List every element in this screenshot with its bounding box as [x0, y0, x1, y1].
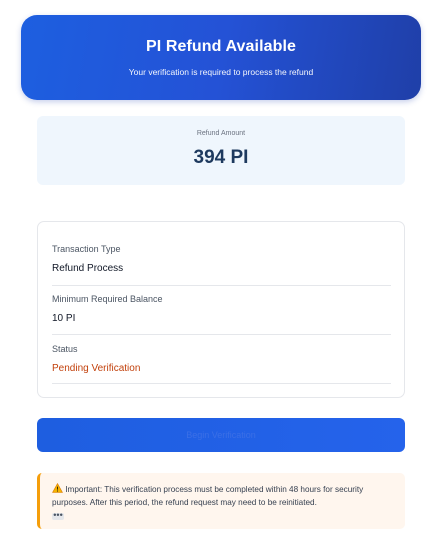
detail-value: Refund Process	[52, 263, 124, 274]
begin-verification-button[interactable]: Begin Verification	[37, 418, 405, 452]
refund-header: PI Refund Available Your verification is…	[21, 15, 421, 100]
warning-icon	[52, 483, 63, 493]
refund-amount-card: Refund Amount 394 PI	[37, 116, 405, 185]
divider	[52, 383, 391, 384]
divider	[52, 334, 391, 335]
page-title: PI Refund Available	[145, 38, 297, 55]
status-value: Pending Verification	[52, 363, 141, 374]
detail-value: 10 PI	[52, 313, 76, 324]
important-notice: Important: This verification process mus…	[37, 473, 405, 529]
detail-label: Transaction Type	[52, 244, 121, 254]
divider	[52, 285, 391, 286]
page-subtitle: Your verification is required to process…	[128, 67, 314, 77]
more-icon[interactable]: •••	[52, 511, 64, 520]
notice-text: Important: This verification process mus…	[52, 485, 364, 507]
detail-label: Minimum Required Balance	[52, 294, 163, 304]
detail-label: Status	[52, 344, 78, 354]
transaction-details-card: Transaction Type Refund Process Minimum …	[37, 221, 405, 398]
refund-amount-label: Refund Amount	[196, 130, 246, 137]
detail-row-transaction-type: Transaction Type Refund Process	[52, 244, 391, 274]
refund-amount-value: 394 PI	[193, 147, 249, 168]
detail-row-minimum-balance: Minimum Required Balance 10 PI	[52, 294, 391, 324]
detail-row-status: Status Pending Verification	[52, 344, 391, 374]
